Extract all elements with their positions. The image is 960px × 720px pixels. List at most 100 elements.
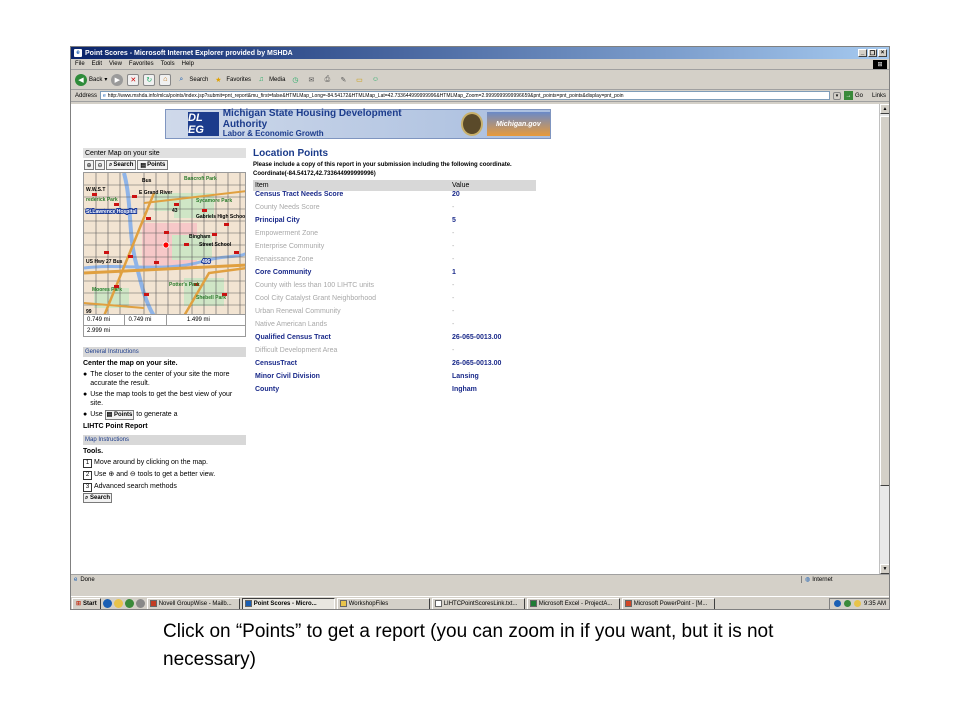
- row-item: County Needs Score: [255, 204, 320, 211]
- media-button[interactable]: ♫ Media: [255, 74, 285, 86]
- print-icon[interactable]: ⎙: [321, 74, 333, 86]
- globe-icon: ◍: [805, 577, 811, 583]
- media-icon: ♫: [258, 76, 264, 83]
- ie-window: e Point Scores - Microsoft Internet Expl…: [70, 46, 890, 610]
- table-row: Native American Lands -: [253, 321, 536, 334]
- row-item: County with less than 100 LIHTC units: [255, 282, 375, 289]
- michigan-gov-logo[interactable]: Michigan.gov: [486, 112, 550, 136]
- map-tools: ⊕ ⊖ ⌕ Search ▤ Points: [83, 158, 246, 172]
- folder-icon[interactable]: ▭: [353, 74, 365, 86]
- restore-button[interactable]: ❐: [868, 49, 877, 57]
- map-search-button[interactable]: ⌕ Search: [106, 160, 137, 170]
- antivirus-icon[interactable]: [843, 600, 851, 607]
- start-button[interactable]: ⊞ Start: [72, 597, 101, 609]
- zoom-in-icon[interactable]: ⊕: [84, 160, 94, 170]
- address-input[interactable]: e http://www.mshda.info/mlca/points/inde…: [100, 91, 830, 100]
- row-value: -: [452, 308, 455, 315]
- taskbar-button[interactable]: Microsoft Excel - ProjectA...: [526, 597, 620, 609]
- links-button[interactable]: Links: [872, 93, 886, 99]
- toolbar: ◀ Back ▾ ▶ ✕ ↻ ⌂ ⌕ Search ★ Favorites ♫ …: [71, 70, 889, 90]
- row-value: -: [452, 204, 455, 211]
- menu-file[interactable]: File: [75, 61, 85, 67]
- refresh-icon[interactable]: ↻: [143, 73, 156, 86]
- mail-icon[interactable]: ✉: [305, 74, 317, 86]
- tool-1: 1 Move around by clicking on the map.: [83, 458, 246, 468]
- taskbar-button[interactable]: WorkshopFiles: [336, 597, 430, 609]
- close-button[interactable]: ×: [878, 49, 887, 57]
- table-row: Enterprise Community -: [253, 243, 536, 256]
- map-label-bancroft: Bancroft Park: [184, 176, 217, 182]
- taskbar-button[interactable]: Point Scores - Micro...: [241, 597, 335, 609]
- back-button[interactable]: ◀ Back ▾: [75, 73, 107, 86]
- quicklaunch-outlook-icon[interactable]: [113, 599, 123, 608]
- map-label-gabriels: Gabriels High Schoo: [196, 214, 245, 220]
- vertical-scrollbar[interactable]: ▲ ▼: [879, 104, 889, 574]
- table-header-row: Item Value: [253, 180, 536, 191]
- menu-tools[interactable]: Tools: [161, 61, 175, 67]
- search-button[interactable]: ⌕ Search: [175, 74, 208, 86]
- row-value: 1: [452, 269, 456, 276]
- zoom-out-icon[interactable]: ⊖: [95, 160, 105, 170]
- quicklaunch-media-icon[interactable]: [135, 599, 145, 608]
- menu-help[interactable]: Help: [182, 61, 194, 67]
- scroll-thumb[interactable]: [880, 116, 889, 486]
- history-icon[interactable]: ◷: [289, 74, 301, 86]
- advanced-search-button[interactable]: ⌕ Search: [83, 493, 113, 503]
- inline-points-button[interactable]: ▤ Points: [104, 410, 135, 420]
- menu-view[interactable]: View: [109, 61, 122, 67]
- table-row: CensusTract 26-065-0013.00: [253, 360, 536, 373]
- row-value: Lansing: [452, 373, 479, 380]
- table-row: Urban Renewal Community -: [253, 308, 536, 321]
- task-app-icon: [339, 600, 347, 607]
- tool-1-icon: 1: [83, 459, 92, 468]
- map-label-street-school: Street School: [199, 242, 232, 248]
- menu-favorites[interactable]: Favorites: [129, 61, 154, 67]
- bullet-3-bold: LIHTC Point Report: [83, 423, 148, 430]
- map-label-99: 99: [86, 309, 92, 315]
- map-view[interactable]: Bus Bancroft Park W.W.S.T E Grand River …: [83, 172, 246, 315]
- map-label-potters: Potter's Park: [169, 282, 200, 288]
- table-row: Difficult Development Area -: [253, 347, 536, 360]
- star-icon: ★: [215, 76, 222, 84]
- table-row: Renaissance Zone -: [253, 256, 536, 269]
- slide-caption: Click on “Points” to get a report (you c…: [163, 621, 774, 670]
- map-label-496: 496: [202, 259, 211, 265]
- forward-button[interactable]: ▶: [111, 73, 124, 86]
- bullet-2-text: Use the map tools to get the best view o…: [90, 391, 233, 407]
- menu-edit[interactable]: Edit: [92, 61, 102, 67]
- row-value: -: [452, 321, 455, 328]
- network-icon[interactable]: [833, 600, 841, 607]
- bullet-3-pre: Use: [90, 411, 103, 418]
- scroll-down-icon[interactable]: ▼: [880, 564, 889, 574]
- window-title: Point Scores - Microsoft Internet Explor…: [85, 49, 293, 57]
- map-label-us27: US Hwy 27 Bus: [86, 259, 123, 265]
- volume-icon[interactable]: [853, 600, 861, 607]
- table-row: Empowerment Zone -: [253, 230, 536, 243]
- points-button[interactable]: ▤ Points: [137, 160, 169, 170]
- quicklaunch-desktop-icon[interactable]: [124, 599, 134, 608]
- go-button[interactable]: → Go: [843, 91, 863, 100]
- bullet-1-text: The closer to the center of your site th…: [90, 371, 230, 387]
- messenger-icon[interactable]: ☺: [369, 74, 381, 86]
- favorites-button[interactable]: ★ Favorites: [212, 74, 251, 86]
- taskbar: ⊞ Start Novell GroupWise - Mailb... Point …: [71, 596, 889, 609]
- task-label: WorkshopFiles: [348, 600, 389, 607]
- row-item: Minor Civil Division: [255, 373, 320, 380]
- minimize-button[interactable]: _: [858, 49, 867, 57]
- edit-icon[interactable]: ✎: [337, 74, 349, 86]
- taskbar-button[interactable]: LIHTCPointScoresLink.txt...: [431, 597, 525, 609]
- points-tool-icon: ▤: [140, 162, 147, 169]
- task-label: Novell GroupWise - Mailb...: [158, 600, 232, 607]
- map-search-label: Search: [113, 162, 134, 168]
- home-icon[interactable]: ⌂: [159, 73, 172, 86]
- taskbar-button[interactable]: Novell GroupWise - Mailb...: [146, 597, 240, 609]
- address-dropdown-icon[interactable]: ▾: [832, 91, 841, 100]
- row-value: 20: [452, 191, 460, 198]
- stop-icon[interactable]: ✕: [127, 73, 140, 86]
- street-map: Bus Bancroft Park W.W.S.T E Grand River …: [84, 173, 245, 315]
- row-item: Difficult Development Area: [255, 347, 338, 354]
- quicklaunch-ie-icon[interactable]: [102, 599, 112, 608]
- scroll-up-icon[interactable]: ▲: [880, 104, 889, 114]
- taskbar-button[interactable]: Microsoft PowerPoint - [M...: [621, 597, 715, 609]
- row-item: Native American Lands: [255, 321, 327, 328]
